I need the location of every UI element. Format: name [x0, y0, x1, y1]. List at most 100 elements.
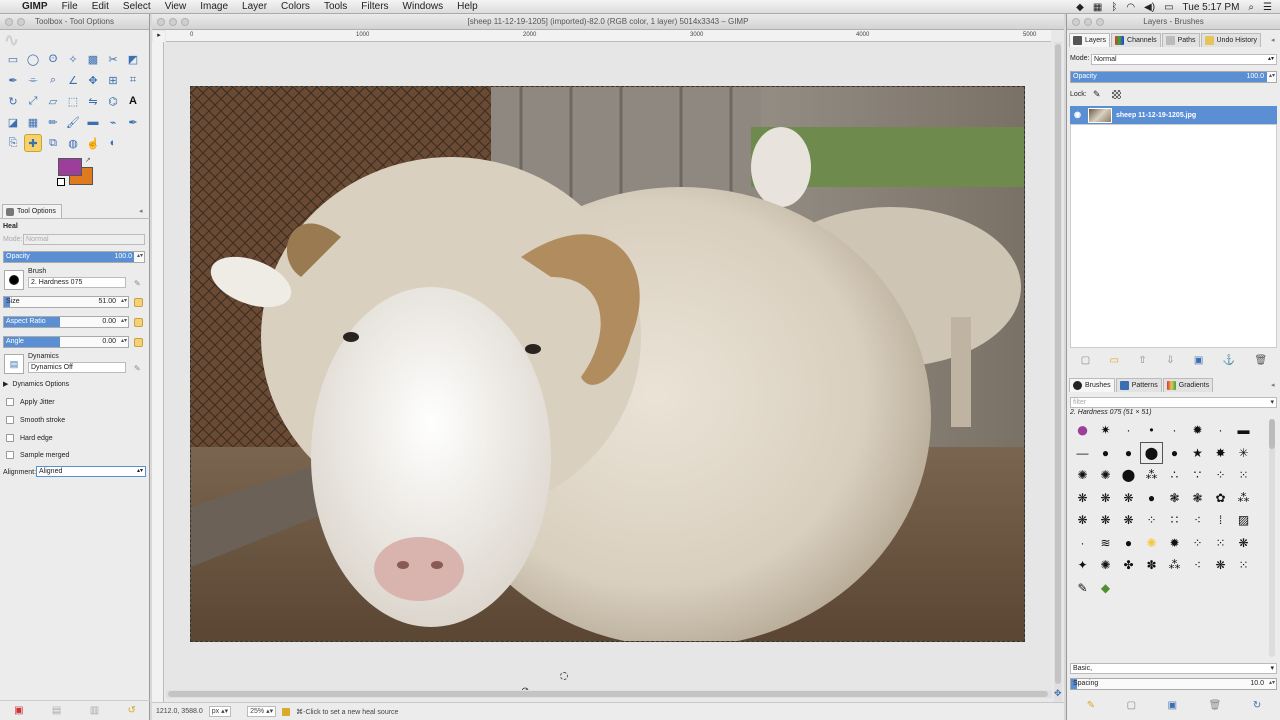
dock-tab-menu-icon[interactable]: ◂: [1271, 36, 1275, 44]
brush-item[interactable]: ✤: [1117, 554, 1140, 577]
new-brush-icon[interactable]: ▢: [1127, 700, 1136, 711]
brush-item[interactable]: ❋: [1071, 509, 1094, 532]
brush-item[interactable]: ≋: [1094, 532, 1117, 555]
aspect-ratio-slider[interactable]: Aspect Ratio 0.00 ▴▾: [3, 316, 129, 328]
brush-item[interactable]: ●: [1163, 442, 1186, 465]
layer-visibility-icon[interactable]: ◉: [1074, 110, 1081, 119]
save-options-icon[interactable]: ▣: [14, 705, 23, 716]
layer-opacity-slider[interactable]: Opacity 100.0 ▴▾: [1070, 71, 1277, 83]
brush-item[interactable]: ✺: [1140, 532, 1163, 555]
foreground-color-swatch[interactable]: [58, 158, 82, 176]
menu-image[interactable]: Image: [200, 1, 228, 12]
menu-view[interactable]: View: [165, 1, 187, 12]
brush-item[interactable]: ❃: [1163, 487, 1186, 510]
smooth-stroke-checkbox[interactable]: Smooth stroke: [6, 414, 149, 426]
notification-center-icon[interactable]: ☰: [1263, 2, 1272, 13]
search-icon[interactable]: ⌕: [1248, 2, 1254, 13]
brush-item[interactable]: ❃: [1186, 487, 1209, 510]
ink-tool-icon[interactable]: ✒: [124, 113, 142, 131]
brush-item[interactable]: ●: [1094, 442, 1117, 465]
brush-item[interactable]: ●: [1071, 417, 1094, 442]
battery-icon[interactable]: ▭: [1164, 2, 1173, 13]
scissors-select-tool-icon[interactable]: ✂: [104, 50, 122, 68]
menu-windows[interactable]: Windows: [403, 1, 444, 12]
paths-tool-icon[interactable]: ✒: [4, 71, 22, 89]
brush-item[interactable]: ✳: [1232, 442, 1255, 465]
alignment-select[interactable]: Aligned ▴▾: [36, 466, 146, 477]
layers-list[interactable]: [1070, 124, 1277, 348]
brush-item[interactable]: ❋: [1094, 487, 1117, 510]
brush-scrollbar[interactable]: [1269, 419, 1275, 657]
brush-item[interactable]: ·: [1209, 419, 1232, 442]
reset-colors-icon[interactable]: [57, 178, 65, 186]
ellipse-select-tool-icon[interactable]: ◯: [24, 50, 42, 68]
brush-preset-select[interactable]: Basic, ▾: [1070, 663, 1277, 674]
blur-sharpen-tool-icon[interactable]: ◍: [64, 134, 82, 152]
shear-tool-icon[interactable]: ▱: [44, 92, 62, 110]
edit-brush-button-icon[interactable]: ✎: [1087, 700, 1095, 711]
brush-item[interactable]: ◆: [1094, 577, 1117, 600]
blend-tool-icon[interactable]: ▦: [24, 113, 42, 131]
brush-item[interactable]: ❋: [1094, 509, 1117, 532]
horizontal-scrollbar[interactable]: [166, 690, 1052, 698]
brush-item[interactable]: ⁘: [1209, 464, 1232, 487]
menu-tools[interactable]: Tools: [324, 1, 347, 12]
brush-item[interactable]: ⁂: [1232, 487, 1255, 510]
brush-item[interactable]: ❋: [1209, 554, 1232, 577]
cage-tool-icon[interactable]: ⌬: [104, 92, 122, 110]
sheep-photo[interactable]: [190, 86, 1025, 642]
brush-spacing-slider[interactable]: Spacing 10.0 ▴▾: [1070, 678, 1277, 690]
raise-layer-icon[interactable]: ⇧: [1138, 355, 1146, 366]
brush-item[interactable]: ✹: [1186, 419, 1209, 442]
brush-item[interactable]: ∴: [1163, 464, 1186, 487]
brush-item[interactable]: ✺: [1071, 464, 1094, 487]
layer-name[interactable]: sheep 11-12-19-1205.jpg: [1116, 112, 1196, 119]
refresh-brushes-icon[interactable]: ↻: [1253, 700, 1261, 711]
wifi-icon[interactable]: ◠: [1126, 2, 1135, 13]
delete-options-icon[interactable]: ▥: [90, 705, 99, 716]
size-slider[interactable]: Size 51.00 ▴▾: [3, 296, 129, 308]
menu-help[interactable]: Help: [457, 1, 478, 12]
swap-colors-icon[interactable]: ↗: [85, 156, 91, 164]
brush-item[interactable]: ⬤: [1117, 464, 1140, 487]
brush-item[interactable]: ▨: [1232, 509, 1255, 532]
menu-file[interactable]: File: [62, 1, 78, 12]
brush-item[interactable]: ❋: [1071, 487, 1094, 510]
delete-layer-icon[interactable]: 🗑: [1255, 355, 1268, 366]
brush-item[interactable]: ⁖: [1186, 509, 1209, 532]
clock[interactable]: Tue 5:17 PM: [1183, 2, 1240, 13]
grid-status-icon[interactable]: ▦: [1093, 2, 1102, 13]
volume-icon[interactable]: ◀): [1144, 2, 1155, 13]
brush-item[interactable]: ✿: [1209, 487, 1232, 510]
perspective-clone-tool-icon[interactable]: ⧉: [44, 134, 62, 152]
brush-item[interactable]: —: [1071, 442, 1094, 465]
brush-preview[interactable]: [4, 270, 24, 290]
delete-brush-icon[interactable]: 🗑: [1209, 700, 1222, 711]
vertical-ruler[interactable]: [152, 42, 164, 702]
layer-row[interactable]: ◉ sheep 11-12-19-1205.jpg: [1070, 106, 1277, 124]
anchor-layer-icon[interactable]: ⚓: [1223, 355, 1235, 366]
duplicate-layer-icon[interactable]: ▣: [1194, 355, 1203, 366]
tab-channels[interactable]: Channels: [1111, 33, 1161, 47]
angle-reset-icon[interactable]: [134, 338, 143, 347]
brush-item[interactable]: ·: [1071, 532, 1094, 555]
new-layer-icon[interactable]: ▢: [1081, 355, 1090, 366]
foreground-select-tool-icon[interactable]: ◩: [124, 50, 142, 68]
brush-item[interactable]: ⁞: [1209, 509, 1232, 532]
brush-item[interactable]: ●: [1117, 442, 1140, 465]
brush-item[interactable]: ·: [1117, 419, 1140, 442]
tab-undo-history[interactable]: Undo History: [1200, 33, 1261, 47]
brush-grid[interactable]: ● ✷ · • · ✹ · ▬ — ● ● ⬤ ● ★ ✸ ✳ ✺ ✺ ⬤ ⁂ ∴ ∵ ⁘ ⁙ ❋ ❋ ❋ ● ❃ ❃ ✿ ⁂ ❋ ❋ ❋ ⁘ ∷ ⁖ ⁞ ▨…: [1071, 417, 1267, 600]
new-layer-group-icon[interactable]: ▭: [1110, 355, 1119, 366]
menu-colors[interactable]: Colors: [281, 1, 310, 12]
apply-jitter-checkbox[interactable]: Apply Jitter: [6, 396, 149, 408]
tab-tool-options[interactable]: Tool Options: [2, 204, 62, 218]
dropbox-icon[interactable]: ◆: [1076, 2, 1084, 13]
horizontal-ruler[interactable]: 0 1000 2000 3000 4000 5000: [166, 30, 1051, 42]
brush-item[interactable]: ·: [1163, 419, 1186, 442]
image-titlebar[interactable]: [sheep 11-12-19-1205] (imported)-82.0 (R…: [152, 14, 1064, 30]
eraser-tool-icon[interactable]: ▬: [84, 113, 102, 131]
aspect-reset-icon[interactable]: [134, 318, 143, 327]
sample-merged-checkbox[interactable]: Sample merged: [6, 449, 149, 461]
reset-options-icon[interactable]: ↺: [127, 705, 135, 716]
